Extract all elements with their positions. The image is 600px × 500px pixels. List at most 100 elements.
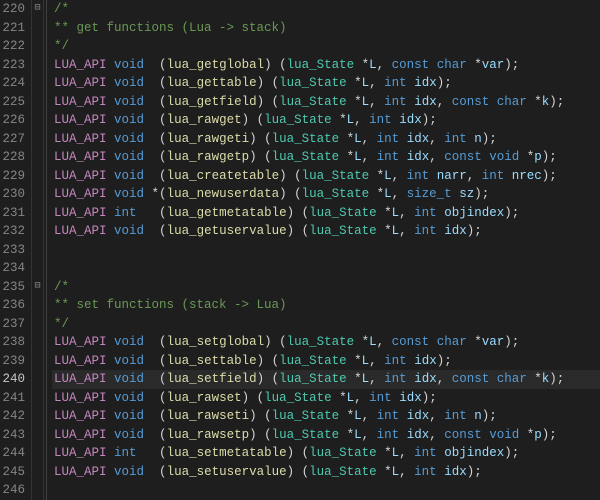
code-line[interactable]: LUA_API void (lua_gettable) (lua_State *… bbox=[52, 74, 600, 93]
code-line[interactable]: LUA_API int (lua_getmetatable) (lua_Stat… bbox=[52, 204, 600, 223]
token-punc: * bbox=[339, 428, 354, 442]
token-type: int bbox=[444, 409, 467, 423]
token-param: nrec bbox=[512, 169, 542, 183]
code-line[interactable]: LUA_API void (lua_setfield) (lua_State *… bbox=[52, 370, 600, 389]
line-number[interactable]: 223 bbox=[2, 56, 25, 75]
token-macro: LUA_API bbox=[54, 169, 107, 183]
token-punc: ) ( bbox=[257, 76, 280, 90]
code-line[interactable]: LUA_API void (lua_rawgetp) (lua_State *L… bbox=[52, 148, 600, 167]
line-number[interactable]: 238 bbox=[2, 333, 25, 352]
token-punc bbox=[107, 95, 115, 109]
line-number[interactable]: 232 bbox=[2, 222, 25, 241]
token-macro: LUA_API bbox=[54, 187, 107, 201]
token-param: idx bbox=[414, 95, 437, 109]
code-line[interactable]: */ bbox=[52, 315, 600, 334]
code-line[interactable]: LUA_API void (lua_rawget) (lua_State *L,… bbox=[52, 111, 600, 130]
token-type: int bbox=[482, 169, 505, 183]
token-punc: ) ( bbox=[242, 391, 265, 405]
token-punc bbox=[107, 113, 115, 127]
line-number[interactable]: 235 bbox=[2, 278, 25, 297]
token-type: size_t bbox=[407, 187, 452, 201]
line-number[interactable]: 228 bbox=[2, 148, 25, 167]
line-number[interactable]: 237 bbox=[2, 315, 25, 334]
line-number[interactable]: 233 bbox=[2, 241, 25, 260]
token-param: L bbox=[362, 95, 370, 109]
code-line[interactable]: */ bbox=[52, 37, 600, 56]
token-param: idx bbox=[444, 465, 467, 479]
line-number[interactable]: 243 bbox=[2, 426, 25, 445]
token-macro: LUA_API bbox=[54, 409, 107, 423]
line-number[interactable]: 227 bbox=[2, 130, 25, 149]
token-punc: ) ( bbox=[287, 446, 310, 460]
token-punc: ) ( bbox=[249, 428, 272, 442]
token-punc: , bbox=[429, 428, 444, 442]
token-keyword: const bbox=[392, 58, 430, 72]
code-line[interactable]: ** get functions (Lua -> stack) bbox=[52, 19, 600, 38]
code-line[interactable]: LUA_API void (lua_getglobal) (lua_State … bbox=[52, 56, 600, 75]
line-number[interactable]: 239 bbox=[2, 352, 25, 371]
token-punc: , bbox=[392, 169, 407, 183]
token-punc: ); bbox=[467, 224, 482, 238]
line-number[interactable]: 230 bbox=[2, 185, 25, 204]
line-number[interactable]: 221 bbox=[2, 19, 25, 38]
token-punc: ) ( bbox=[257, 354, 280, 368]
token-type: int bbox=[377, 150, 400, 164]
code-line[interactable]: ** set functions (stack -> Lua) bbox=[52, 296, 600, 315]
line-number[interactable]: 240 bbox=[2, 370, 25, 389]
code-line[interactable]: LUA_API void (lua_rawseti) (lua_State *L… bbox=[52, 407, 600, 426]
code-line[interactable] bbox=[52, 259, 600, 278]
code-line[interactable]: LUA_API void (lua_setglobal) (lua_State … bbox=[52, 333, 600, 352]
token-punc: ); bbox=[437, 354, 452, 368]
token-type: void bbox=[489, 428, 519, 442]
line-number[interactable]: 242 bbox=[2, 407, 25, 426]
code-editor[interactable]: 2202212222232242252262272282292302312322… bbox=[0, 0, 600, 500]
token-struct: lua_State bbox=[287, 335, 355, 349]
line-number[interactable]: 226 bbox=[2, 111, 25, 130]
token-punc bbox=[429, 335, 437, 349]
line-number[interactable]: 245 bbox=[2, 463, 25, 482]
code-line[interactable] bbox=[52, 241, 600, 260]
line-number[interactable]: 222 bbox=[2, 37, 25, 56]
token-struct: lua_State bbox=[272, 409, 340, 423]
line-number[interactable]: 234 bbox=[2, 259, 25, 278]
code-line[interactable]: /* bbox=[52, 0, 600, 19]
line-number-gutter[interactable]: 2202212222232242252262272282292302312322… bbox=[0, 0, 32, 500]
code-line[interactable]: LUA_API void (lua_getuservalue) (lua_Sta… bbox=[52, 222, 600, 241]
line-number[interactable]: 236 bbox=[2, 296, 25, 315]
token-macro: LUA_API bbox=[54, 132, 107, 146]
fold-column[interactable]: ⊟⊟ bbox=[32, 0, 44, 500]
code-line[interactable]: LUA_API void (lua_rawset) (lua_State *L,… bbox=[52, 389, 600, 408]
code-area[interactable]: /*** get functions (Lua -> stack)*/LUA_A… bbox=[52, 0, 600, 500]
fold-marker[interactable]: ⊟ bbox=[32, 278, 43, 297]
line-number[interactable]: 246 bbox=[2, 481, 25, 500]
line-number[interactable]: 231 bbox=[2, 204, 25, 223]
code-line[interactable]: LUA_API void (lua_getfield) (lua_State *… bbox=[52, 93, 600, 112]
token-punc: ) ( bbox=[249, 409, 272, 423]
fold-marker[interactable]: ⊟ bbox=[32, 0, 43, 19]
fold-marker bbox=[32, 185, 43, 204]
token-func: lua_newuserdata bbox=[167, 187, 280, 201]
code-line[interactable]: LUA_API void (lua_setuservalue) (lua_Sta… bbox=[52, 463, 600, 482]
code-line[interactable]: LUA_API int (lua_setmetatable) (lua_Stat… bbox=[52, 444, 600, 463]
code-line[interactable]: LUA_API void (lua_rawsetp) (lua_State *L… bbox=[52, 426, 600, 445]
code-line[interactable]: LUA_API void (lua_createtable) (lua_Stat… bbox=[52, 167, 600, 186]
line-number[interactable]: 241 bbox=[2, 389, 25, 408]
line-number[interactable]: 244 bbox=[2, 444, 25, 463]
token-macro: LUA_API bbox=[54, 58, 107, 72]
code-line[interactable]: /* bbox=[52, 278, 600, 297]
token-comment: ** get functions (Lua -> stack) bbox=[54, 21, 287, 35]
code-line[interactable]: LUA_API void (lua_rawgeti) (lua_State *L… bbox=[52, 130, 600, 149]
token-type: void bbox=[114, 465, 144, 479]
token-punc: ); bbox=[482, 132, 497, 146]
line-number[interactable]: 224 bbox=[2, 74, 25, 93]
code-line[interactable]: LUA_API void (lua_settable) (lua_State *… bbox=[52, 352, 600, 371]
code-line[interactable] bbox=[52, 481, 600, 500]
line-number[interactable]: 229 bbox=[2, 167, 25, 186]
token-punc bbox=[429, 169, 437, 183]
token-punc bbox=[504, 169, 512, 183]
token-punc bbox=[399, 150, 407, 164]
line-number[interactable]: 225 bbox=[2, 93, 25, 112]
token-type: void bbox=[114, 224, 144, 238]
code-line[interactable]: LUA_API void *(lua_newuserdata) (lua_Sta… bbox=[52, 185, 600, 204]
line-number[interactable]: 220 bbox=[2, 0, 25, 19]
